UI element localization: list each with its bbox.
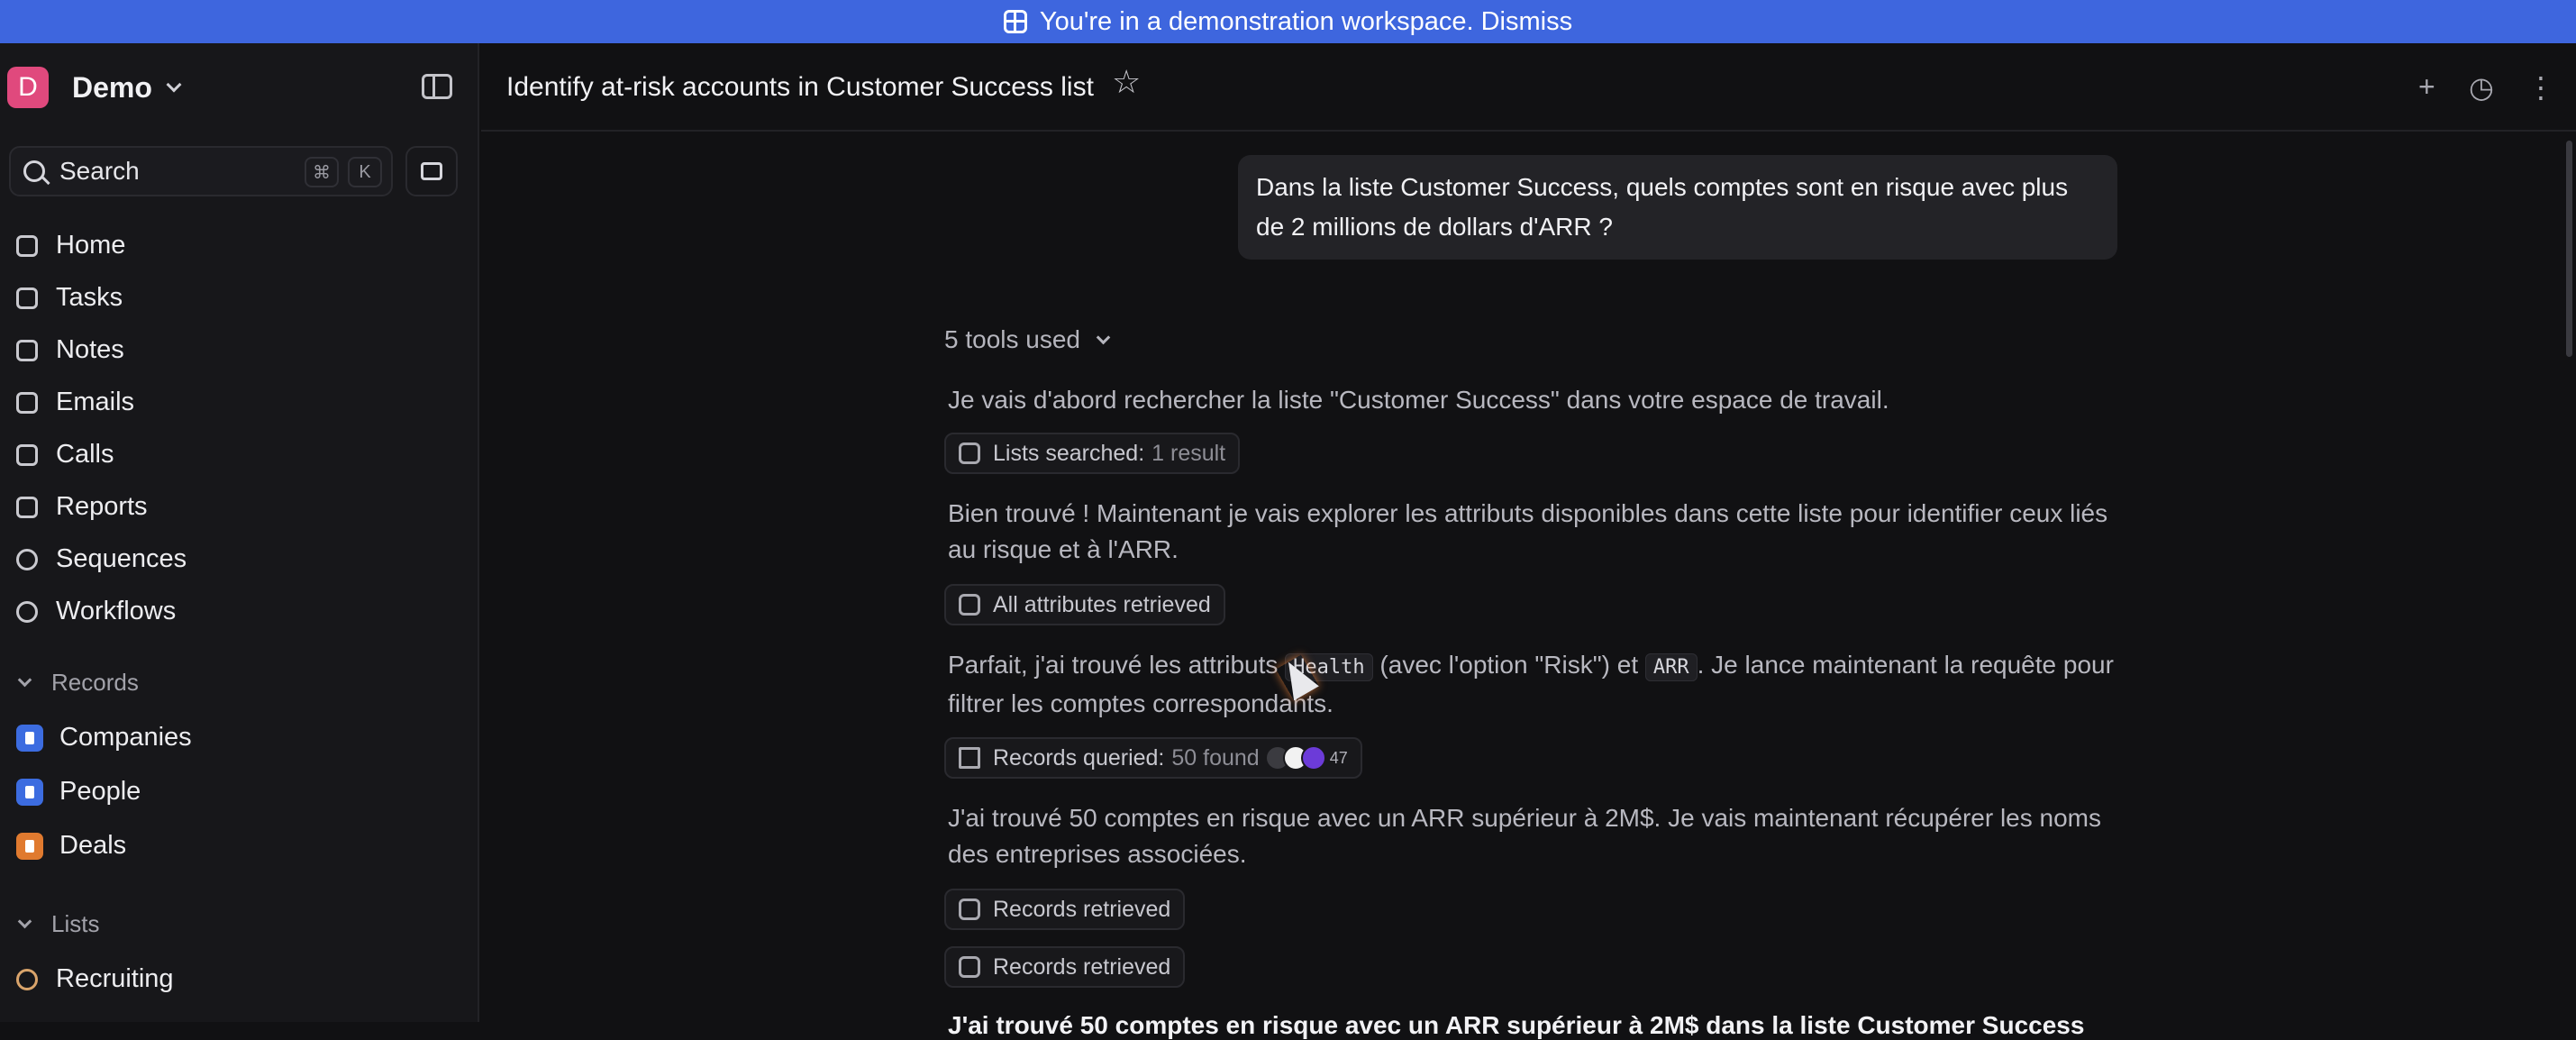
calls-icon: [16, 443, 38, 466]
tool-chip-lists-searched[interactable]: Lists searched: 1 result: [944, 433, 1241, 474]
sidebar-item-calls[interactable]: Calls: [16, 440, 114, 470]
sidebar-item-workflows[interactable]: Workflows: [16, 597, 176, 626]
assistant-step-text: J'ai trouvé 50 comptes en risque avec un…: [948, 804, 2101, 868]
sidebar-item-home[interactable]: Home: [16, 231, 125, 260]
people-icon: [16, 778, 43, 806]
tasks-icon: [16, 287, 38, 309]
sidebar-item-emails[interactable]: Emails: [16, 388, 134, 417]
companies-icon: [16, 724, 43, 752]
sidebar-item-notes[interactable]: Notes: [16, 335, 124, 365]
search-label: Search: [59, 157, 140, 185]
list-icon: [959, 899, 980, 920]
chat-header: Identify at-risk accounts in Customer Su…: [481, 43, 2576, 132]
plus-icon[interactable]: +: [2418, 70, 2435, 104]
chevron-down-icon: [166, 77, 182, 93]
tools-used-label: 5 tools used: [944, 325, 1080, 353]
sidebar-item-label: Notes: [56, 335, 124, 364]
list-icon: [959, 442, 980, 464]
emails-icon: [16, 391, 38, 414]
assistant-step-text: Je vais d'abord rechercher la liste "Cus…: [948, 386, 1889, 414]
text-segment: (avec l'option "Risk") et: [1372, 651, 1645, 679]
records-section-toggle[interactable]: Records: [17, 669, 139, 697]
filter-icon: [959, 747, 980, 769]
lists-section-toggle[interactable]: Lists: [17, 910, 100, 938]
chevron-down-icon: [17, 914, 32, 929]
more-icon[interactable]: ⋮: [2526, 70, 2555, 105]
history-icon[interactable]: ◷: [2469, 70, 2494, 105]
chip-label: Records queried:: [993, 744, 1165, 771]
sidebar-item-label: Companies: [59, 723, 192, 752]
sidebar-item-tasks[interactable]: Tasks: [16, 283, 123, 313]
code-arr: ARR: [1644, 653, 1698, 681]
sidebar-item-label: Workflows: [56, 597, 177, 625]
record-avatars: 47: [1264, 745, 1348, 771]
chip-label: Records retrieved: [993, 896, 1171, 922]
search-button[interactable]: Search ⌘ K: [9, 146, 393, 196]
assistant-step-text: Parfait, j'ai trouvé les attributs Healt…: [948, 647, 2119, 722]
avatar: [1300, 745, 1326, 771]
star-icon[interactable]: ☆: [1112, 63, 1141, 101]
search-icon: [23, 160, 45, 182]
tool-chip-records-queried[interactable]: Records queried: 50 found 47: [944, 737, 1362, 779]
assistant-final-text: J'ai trouvé 50 comptes en risque avec un…: [948, 1011, 2085, 1039]
sidebar-item-label: Home: [56, 231, 126, 260]
sidebar-item-label: Calls: [56, 440, 114, 469]
tool-chip-records-retrieved[interactable]: Records retrieved: [944, 946, 1186, 988]
workspace-avatar: D: [7, 67, 49, 108]
magnifier-icon: [16, 968, 38, 990]
user-message: Dans la liste Customer Success, quels co…: [1238, 155, 2117, 260]
avatar-count: 47: [1329, 748, 1348, 767]
tool-chip-records-retrieved[interactable]: Records retrieved: [944, 889, 1186, 930]
grid-icon: [959, 594, 980, 616]
sidebar-item-sequences[interactable]: Sequences: [16, 544, 187, 574]
sidebar-item-label: Recruiting: [56, 964, 174, 993]
assistant-step-text: Bien trouvé ! Maintenant je vais explore…: [948, 499, 2108, 563]
inbox-icon: [421, 162, 442, 180]
section-label: Lists: [51, 910, 100, 937]
sidebar-item-label: Emails: [56, 388, 135, 416]
home-icon: [16, 234, 38, 257]
section-label: Records: [51, 669, 139, 696]
sidebar-item-reports[interactable]: Reports: [16, 492, 148, 522]
chip-label: All attributes retrieved: [993, 591, 1211, 617]
inbox-button[interactable]: [405, 146, 458, 196]
shortcut-key-cmd: ⌘: [305, 157, 339, 187]
sidebar-item-people[interactable]: People: [16, 777, 141, 807]
tool-chip-attributes[interactable]: All attributes retrieved: [944, 584, 1225, 625]
sidebar-item-label: People: [59, 777, 141, 806]
sidebar-toggle-icon[interactable]: [422, 74, 452, 99]
banner-text[interactable]: You're in a demonstration workspace. Dis…: [1040, 7, 1572, 37]
page-title: Identify at-risk accounts in Customer Su…: [506, 72, 1094, 102]
chevron-down-icon: [17, 672, 32, 688]
workspace-switcher[interactable]: D Demo: [7, 67, 182, 108]
chevron-down-icon: [1096, 330, 1111, 344]
list-icon: [959, 956, 980, 978]
workspace-name: Demo: [72, 70, 152, 104]
sidebar-item-label: Tasks: [56, 283, 123, 312]
tools-used-toggle[interactable]: 5 tools used: [944, 325, 1111, 354]
notes-icon: [16, 339, 38, 361]
reports-icon: [16, 496, 38, 518]
chip-label: Records retrieved: [993, 953, 1171, 980]
layout-icon: [1003, 10, 1027, 33]
sequences-icon: [16, 548, 38, 570]
sidebar: D Demo Search ⌘ K Home Tasks Notes Email…: [0, 43, 479, 1022]
sidebar-item-label: Reports: [56, 492, 148, 521]
scrollbar[interactable]: [2566, 141, 2572, 357]
workflows-icon: [16, 600, 38, 623]
chip-value: 1 result: [1151, 440, 1226, 466]
sidebar-item-companies[interactable]: Companies: [16, 723, 192, 753]
chip-value: 50 found: [1171, 744, 1260, 771]
chip-label: Lists searched:: [993, 440, 1145, 466]
sidebar-item-label: Sequences: [56, 544, 187, 573]
sidebar-item-deals[interactable]: Deals: [16, 831, 126, 861]
sidebar-item-label: Deals: [59, 831, 127, 860]
deals-icon: [16, 832, 43, 860]
chat-thread: Dans la liste Customer Success, quels co…: [481, 132, 2576, 1039]
demo-banner[interactable]: You're in a demonstration workspace. Dis…: [0, 0, 2576, 43]
sidebar-item-recruiting[interactable]: Recruiting: [16, 964, 174, 994]
text-segment: Parfait, j'ai trouvé les attributs: [948, 651, 1286, 679]
shortcut-key-k: K: [348, 157, 382, 187]
